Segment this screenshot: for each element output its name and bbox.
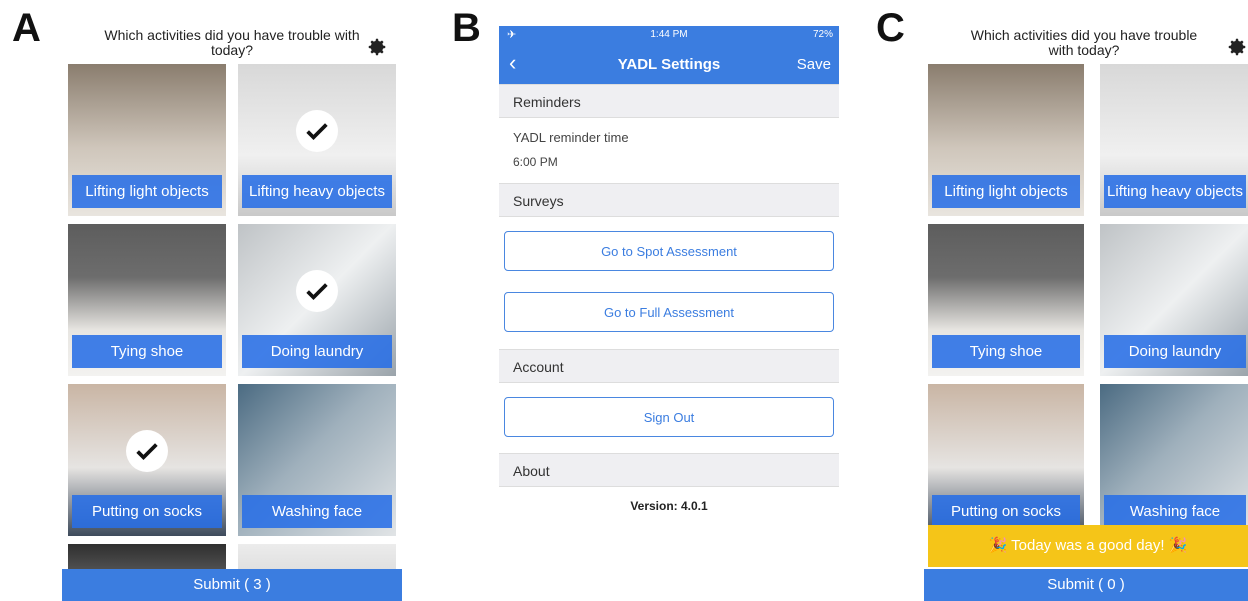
section-account: Account [499,349,839,383]
survey-screen-a: Which activities did you have trouble wi… [62,10,402,601]
nav-title: YADL Settings [617,56,721,73]
checkmark-icon [296,269,338,312]
sign-out-button[interactable]: Sign Out [504,397,834,437]
gear-icon[interactable] [1226,36,1248,58]
good-day-button[interactable]: 🎉 Today was a good day! 🎉 [928,525,1248,567]
section-surveys: Surveys [499,183,839,217]
activity-tile[interactable]: Lifting light objects [928,64,1084,216]
panel-label-a: A [12,6,41,50]
activity-grid: Lifting light objects Lifting heavy obje… [928,64,1248,573]
survey-title: Which activities did you have trouble wi… [104,27,360,58]
survey-header: Which activities did you have trouble wi… [62,10,402,64]
spot-assessment-button[interactable]: Go to Spot Assessment [504,231,834,271]
activity-tile[interactable]: Lifting heavy objects [1100,64,1248,216]
activity-label: Putting on socks [932,495,1080,528]
section-about: About [499,453,839,487]
activity-label: Lifting light objects [72,175,222,208]
activity-label: Lifting heavy objects [242,175,392,208]
submit-button[interactable]: Submit ( 0 ) [924,569,1248,601]
activity-label: Lifting light objects [932,175,1080,208]
battery-level: 72% [812,29,833,40]
activity-tile[interactable]: Lifting light objects [68,64,226,216]
activity-label: Doing laundry [1104,335,1246,368]
submit-button[interactable]: Submit ( 3 ) [62,569,402,601]
activity-label: Washing face [1104,495,1246,528]
activity-grid: Lifting light objects Lifting heavy obje… [66,64,398,573]
activity-tile[interactable]: Putting on socks [68,384,226,536]
panel-label-b: B [452,6,481,50]
activity-label: Washing face [242,495,392,528]
panel-label-c: C [876,6,905,50]
section-reminders: Reminders [499,84,839,118]
activity-tile[interactable]: Tying shoe [68,224,226,376]
settings-screen: ✈ 1:44 PM 72% ‹ YADL Settings Save Remin… [499,26,839,601]
activity-tile[interactable]: Doing laundry [238,224,396,376]
survey-title: Which activities did you have trouble wi… [970,27,1198,58]
status-time: 1:44 PM [650,29,688,40]
activity-label: Tying shoe [72,335,222,368]
activity-tile[interactable]: Putting on socks [928,384,1084,536]
activity-label: Lifting heavy objects [1104,175,1246,208]
activity-tile[interactable]: Tying shoe [928,224,1084,376]
survey-screen-c: Which activities did you have trouble wi… [920,10,1248,601]
full-assessment-button[interactable]: Go to Full Assessment [504,292,834,332]
activity-label: Doing laundry [242,335,392,368]
reminder-value[interactable]: 6:00 PM [499,155,558,169]
activity-label: Tying shoe [932,335,1080,368]
activity-tile[interactable]: Doing laundry [1100,224,1248,376]
gear-icon[interactable] [366,36,388,58]
nav-bar: ‹ YADL Settings Save [499,44,839,84]
version-text: Version: 4.0.1 [630,499,708,513]
activity-tile[interactable]: Washing face [1100,384,1248,536]
status-bar: ✈ 1:44 PM 72% [499,26,839,44]
activity-tile[interactable]: Lifting heavy objects [238,64,396,216]
activity-tile[interactable]: Washing face [238,384,396,536]
checkmark-icon [126,429,168,472]
survey-header: Which activities did you have trouble wi… [920,10,1248,64]
save-button[interactable]: Save [797,56,831,73]
activity-label: Putting on socks [72,495,222,528]
checkmark-icon [296,109,338,152]
reminder-label[interactable]: YADL reminder time [499,130,629,145]
